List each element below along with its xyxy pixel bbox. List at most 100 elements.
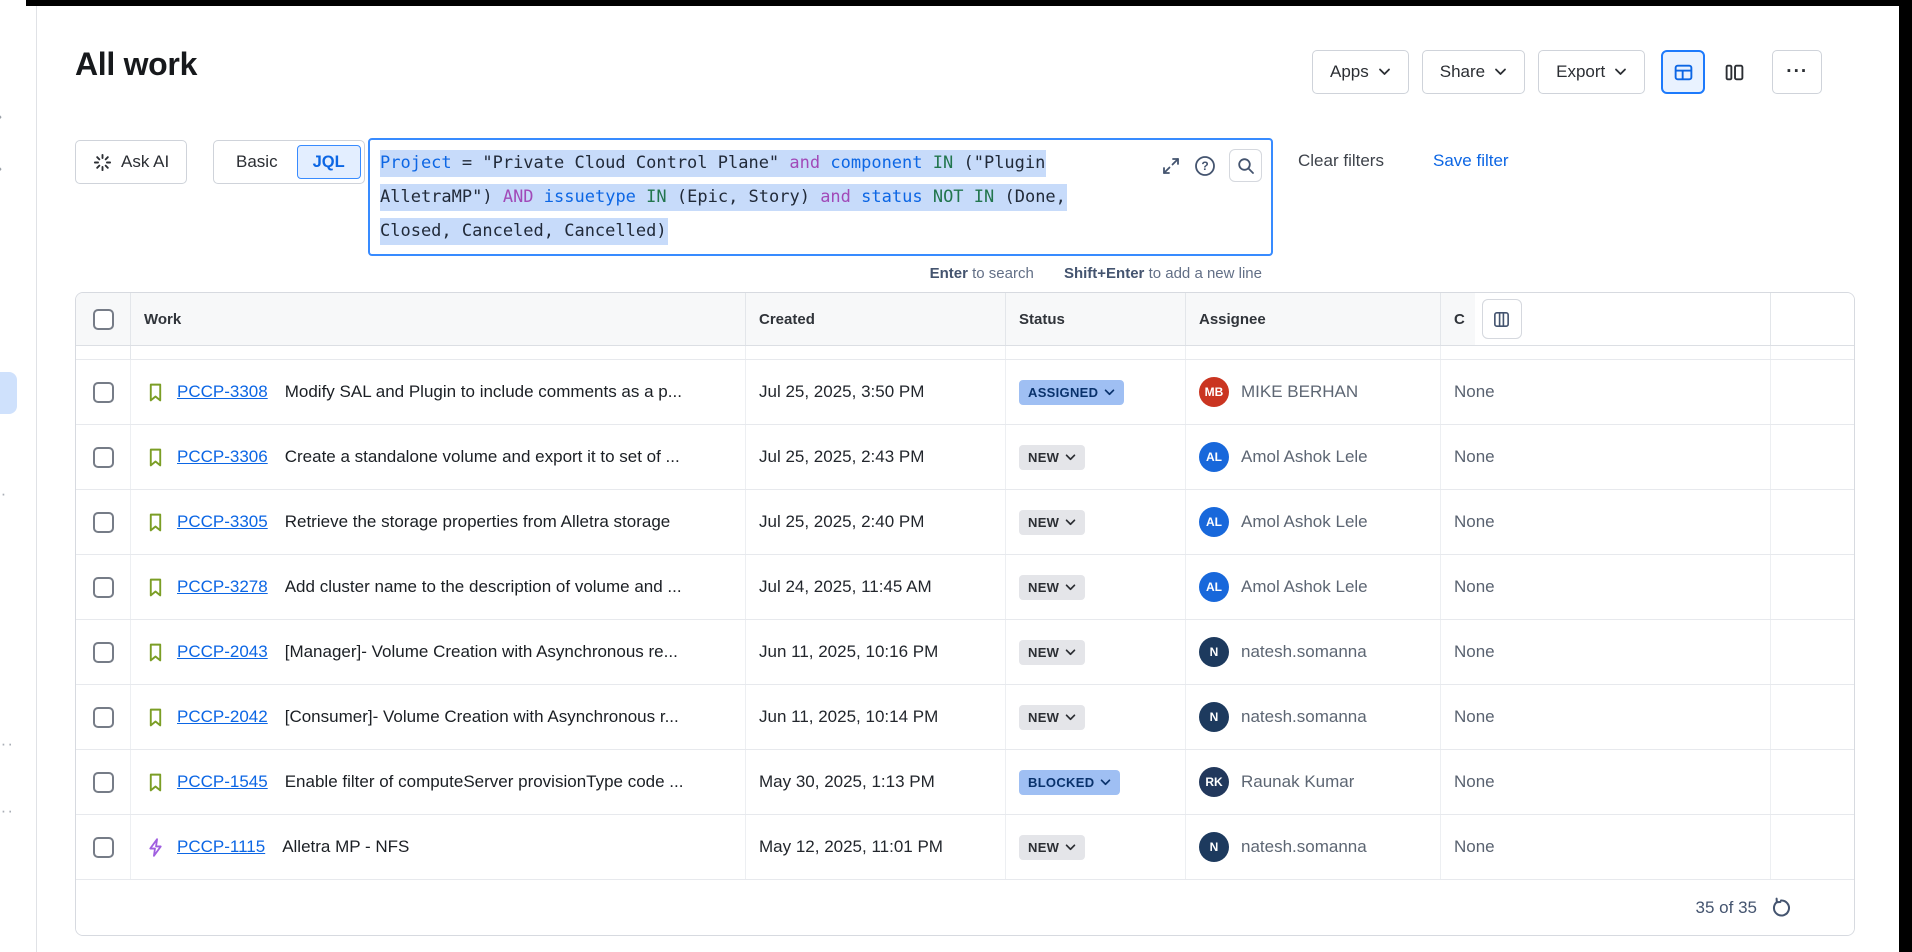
enter-key-hint: Enter	[930, 265, 968, 282]
status-label: BLOCKED	[1028, 775, 1094, 790]
save-filter-button[interactable]: Save filter	[1433, 151, 1509, 171]
status-badge[interactable]: NEW	[1019, 510, 1085, 535]
apps-button-label: Apps	[1330, 62, 1369, 82]
column-header-created[interactable]: Created	[746, 293, 1006, 345]
jira-all-work-page: › › ·· · ··· ··· All work Apps Share Exp…	[0, 0, 1912, 952]
category-cell: None	[1441, 750, 1771, 814]
category-value: None	[1454, 642, 1495, 662]
issue-key-link[interactable]: PCCP-1115	[177, 837, 265, 857]
chevron-down-icon	[1104, 389, 1115, 396]
column-header-assignee[interactable]: Assignee	[1186, 293, 1441, 345]
column-header-work[interactable]: Work	[131, 293, 746, 345]
status-badge[interactable]: NEW	[1019, 640, 1085, 665]
issue-summary[interactable]: Create a standalone volume and export it…	[285, 447, 680, 467]
issue-key-link[interactable]: PCCP-3308	[177, 382, 268, 402]
ellipsis-icon: ··	[0, 484, 7, 504]
jql-editor[interactable]: Project = "Private Cloud Control Plane" …	[368, 138, 1273, 256]
table-row[interactable]: PCCP-3306 Create a standalone volume and…	[76, 425, 1854, 490]
table-row[interactable]: PCCP-3278 Add cluster name to the descri…	[76, 555, 1854, 620]
split-panels-icon	[1724, 62, 1745, 83]
table-columns-icon	[1492, 310, 1511, 329]
table-row[interactable]: PCCP-1545 Enable filter of computeServer…	[76, 750, 1854, 815]
issue-key-link[interactable]: PCCP-3306	[177, 447, 268, 467]
row-checkbox-cell	[76, 685, 131, 749]
avatar: N	[1199, 702, 1229, 732]
created-value: Jul 24, 2025, 11:45 AM	[759, 577, 932, 597]
issue-key-link[interactable]: PCCP-1545	[177, 772, 268, 792]
row-spacer	[1771, 685, 1854, 749]
more-options-button[interactable]: ···	[1772, 50, 1822, 94]
issue-summary[interactable]: Alletra MP - NFS	[282, 837, 409, 857]
issue-summary[interactable]: [Consumer]- Volume Creation with Asynchr…	[285, 707, 679, 727]
basic-mode-button[interactable]: Basic	[217, 152, 297, 172]
issue-summary[interactable]: [Manager]- Volume Creation with Asynchro…	[285, 642, 678, 662]
select-all-cell	[76, 293, 131, 345]
table-row[interactable]: PCCP-3308 Modify SAL and Plugin to inclu…	[76, 360, 1854, 425]
row-checkbox[interactable]	[93, 447, 114, 468]
row-checkbox[interactable]	[93, 642, 114, 663]
table-row[interactable]: PCCP-2043 [Manager]- Volume Creation wit…	[76, 620, 1854, 685]
row-checkbox[interactable]	[93, 512, 114, 533]
work-cell: PCCP-2043 [Manager]- Volume Creation wit…	[131, 620, 746, 684]
share-button-label: Share	[1440, 62, 1485, 82]
status-badge[interactable]: NEW	[1019, 705, 1085, 730]
apps-button[interactable]: Apps	[1312, 50, 1409, 94]
help-icon[interactable]: ?	[1194, 155, 1216, 177]
created-cell: Jul 25, 2025, 2:40 PM	[746, 490, 1006, 554]
assignee-cell: N natesh.somanna	[1186, 815, 1441, 879]
created-value: May 30, 2025, 1:13 PM	[759, 772, 935, 792]
jql-mode-button[interactable]: JQL	[297, 145, 361, 179]
view-toggle-group	[1661, 50, 1756, 94]
chevron-right-icon[interactable]: ›	[0, 106, 2, 126]
assignee-name: Amol Ashok Lele	[1241, 512, 1368, 532]
created-value: Jun 11, 2025, 10:16 PM	[759, 642, 938, 662]
detail-view-button[interactable]	[1712, 50, 1756, 94]
table-footer: 35 of 35	[76, 880, 1854, 935]
category-value: None	[1454, 382, 1495, 402]
row-checkbox[interactable]	[93, 772, 114, 793]
issue-key-link[interactable]: PCCP-2042	[177, 707, 268, 727]
refresh-icon[interactable]	[1770, 897, 1792, 919]
share-button[interactable]: Share	[1422, 50, 1525, 94]
status-label: NEW	[1028, 710, 1059, 725]
table-row[interactable]: PCCP-3305 Retrieve the storage propertie…	[76, 490, 1854, 555]
column-header-status[interactable]: Status	[1006, 293, 1186, 345]
status-badge[interactable]: NEW	[1019, 835, 1085, 860]
status-cell: BLOCKED	[1006, 750, 1186, 814]
select-all-checkbox[interactable]	[93, 309, 114, 330]
row-checkbox[interactable]	[93, 577, 114, 598]
row-checkbox[interactable]	[93, 837, 114, 858]
table-row[interactable]: PCCP-1115 Alletra MP - NFS May 12, 2025,…	[76, 815, 1854, 880]
chevron-right-icon[interactable]: ›	[0, 158, 2, 178]
issue-summary[interactable]: Modify SAL and Plugin to include comment…	[285, 382, 682, 402]
chevron-down-icon	[1494, 68, 1507, 76]
category-value: None	[1454, 577, 1495, 597]
configure-columns-button[interactable]	[1482, 299, 1522, 339]
table-row[interactable]: PCCP-2042 [Consumer]- Volume Creation wi…	[76, 685, 1854, 750]
ellipsis-icon: ···	[0, 801, 14, 821]
issue-key-link[interactable]: PCCP-3278	[177, 577, 268, 597]
table-view-button[interactable]	[1661, 50, 1705, 94]
work-cell: PCCP-1545 Enable filter of computeServer…	[131, 750, 746, 814]
column-header-category[interactable]: C	[1441, 293, 1771, 345]
issue-key-link[interactable]: PCCP-3305	[177, 512, 268, 532]
status-cell: NEW	[1006, 490, 1186, 554]
row-checkbox[interactable]	[93, 382, 114, 403]
issue-summary[interactable]: Add cluster name to the description of v…	[285, 577, 682, 597]
expand-icon[interactable]	[1161, 156, 1181, 176]
search-button[interactable]	[1229, 149, 1262, 182]
issue-summary[interactable]: Enable filter of computeServer provision…	[285, 772, 684, 792]
issue-key-link[interactable]: PCCP-2043	[177, 642, 268, 662]
status-badge[interactable]: NEW	[1019, 575, 1085, 600]
row-checkbox[interactable]	[93, 707, 114, 728]
issue-summary[interactable]: Retrieve the storage properties from All…	[285, 512, 671, 532]
status-badge[interactable]: BLOCKED	[1019, 770, 1120, 795]
clear-filters-button[interactable]: Clear filters	[1298, 151, 1384, 171]
category-cell: None	[1441, 620, 1771, 684]
ask-ai-button[interactable]: Ask AI	[75, 140, 187, 184]
row-spacer	[1771, 425, 1854, 489]
export-button[interactable]: Export	[1538, 50, 1645, 94]
row-spacer	[1771, 360, 1854, 424]
status-badge[interactable]: ASSIGNED	[1019, 380, 1124, 405]
status-badge[interactable]: NEW	[1019, 445, 1085, 470]
